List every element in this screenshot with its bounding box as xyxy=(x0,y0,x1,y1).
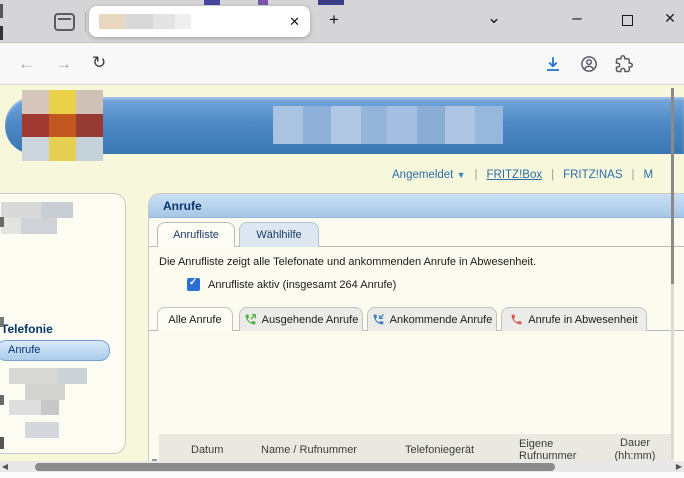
background-artifact xyxy=(258,0,268,5)
checkbox-label: Anrufliste aktiv (insgesamt 264 Anrufe) xyxy=(208,279,396,291)
filter-tab-alle-anrufe[interactable]: Alle Anrufe xyxy=(157,307,233,331)
filter-tab-ausgehende[interactable]: Ausgehende Anrufe xyxy=(239,307,363,331)
redacted-device-name xyxy=(273,106,503,144)
outgoing-call-icon xyxy=(244,313,257,326)
filter-label: Alle Anrufe xyxy=(168,314,221,326)
browser-titlebar: ✕ + ⌄ – ✕ xyxy=(0,0,684,43)
scroll-left-arrow-icon[interactable]: ◀ xyxy=(0,461,10,472)
col-datum[interactable]: Datum xyxy=(175,444,255,456)
nav-separator: | xyxy=(475,169,478,181)
nav-separator: | xyxy=(632,169,635,181)
redacted-menu-item xyxy=(25,384,65,400)
tab-list-chevron-icon[interactable]: ⌄ xyxy=(482,8,506,28)
col-duration: Dauer (hh:mm) xyxy=(605,437,667,463)
site-header-nav: Angemeldet ▼ | FRITZ!Box | FRITZ!NAS | M xyxy=(392,166,653,184)
tab-separator xyxy=(85,12,86,32)
redacted-tab-title xyxy=(99,14,191,29)
redacted-menu-item xyxy=(1,202,41,218)
reload-button[interactable]: ↻ xyxy=(92,53,106,73)
tab-anrufliste[interactable]: Anrufliste xyxy=(157,222,235,247)
dropdown-arrow-icon: ▼ xyxy=(457,170,466,180)
redacted-cut-icon xyxy=(0,395,4,405)
page-content: Angemeldet ▼ | FRITZ!Box | FRITZ!NAS | M… xyxy=(0,85,684,478)
horizontal-scroll-thumb[interactable] xyxy=(35,463,555,471)
anrufliste-aktiv-row: Anrufliste aktiv (insgesamt 264 Anrufe) xyxy=(187,278,396,291)
redacted-menu-item xyxy=(25,422,59,438)
account-button[interactable] xyxy=(580,55,598,73)
panel-title: Anrufe xyxy=(149,194,684,218)
redacted-menu-item xyxy=(57,368,87,384)
nav-separator: | xyxy=(551,169,554,181)
col-device[interactable]: Telefoniegerät xyxy=(399,444,513,456)
window-close-button[interactable]: ✕ xyxy=(658,10,682,27)
missed-call-icon xyxy=(510,313,523,326)
downloads-button[interactable] xyxy=(544,55,562,73)
redacted-cut-icon xyxy=(0,317,4,327)
redacted-menu-item xyxy=(9,400,41,415)
sidebar-section-telefonie: Telefonie xyxy=(1,322,53,336)
vertical-scrollbar[interactable] xyxy=(671,88,674,460)
filter-label: Ankommende Anrufe xyxy=(390,314,493,326)
sidebar-item-anrufe[interactable]: Anrufe xyxy=(0,340,110,361)
browser-window: ✕ + ⌄ – ✕ ← → ↻ http:// xyxy=(0,0,684,478)
firefox-view-icon[interactable] xyxy=(54,13,75,31)
nav-link-fritznas[interactable]: FRITZ!NAS xyxy=(563,169,622,181)
filter-label: Ausgehende Anrufe xyxy=(262,314,359,326)
forward-button[interactable]: → xyxy=(55,54,72,74)
tab-waehlhilfe[interactable]: Wählhilfe xyxy=(239,222,319,247)
back-button[interactable]: ← xyxy=(18,54,35,74)
window-maximize-button[interactable] xyxy=(622,15,633,26)
tab-close-icon[interactable]: ✕ xyxy=(289,6,300,37)
background-artifact xyxy=(0,4,3,18)
redacted-cut-icon xyxy=(0,437,4,449)
background-artifact xyxy=(318,0,344,5)
anrufliste-description: Die Anrufliste zeigt alle Telefonate und… xyxy=(159,256,536,268)
new-tab-button[interactable]: + xyxy=(322,10,346,30)
filter-label: Anrufe in Abwesenheit xyxy=(528,314,637,326)
redacted-menu-item xyxy=(9,368,57,384)
logged-in-menu[interactable]: Angemeldet ▼ xyxy=(392,169,466,181)
redacted-menu-item xyxy=(1,218,21,234)
window-minimize-button[interactable]: – xyxy=(565,8,589,28)
scroll-right-arrow-icon[interactable]: ▶ xyxy=(674,461,684,472)
anrufe-panel: Anrufe Anrufliste Wählhilfe Die Anruflis… xyxy=(148,193,684,478)
col-own-number[interactable]: Eigene Rufnummer xyxy=(513,438,605,462)
col-name[interactable]: Name / Rufnummer xyxy=(255,444,399,456)
nav-link-fritzbox[interactable]: FRITZ!Box xyxy=(487,169,543,181)
filter-tab-ankommende[interactable]: Ankommende Anrufe xyxy=(367,307,497,331)
vertical-scroll-thumb[interactable] xyxy=(671,88,674,284)
checkbox-checked-icon[interactable] xyxy=(187,278,200,291)
redacted-menu-item xyxy=(41,202,73,218)
bottom-strip xyxy=(0,472,684,478)
browser-toolbar: ← → ↻ http:// 80% ☆ xyxy=(0,44,684,85)
incoming-call-icon xyxy=(372,313,385,326)
redacted-menu-item xyxy=(41,400,59,415)
redacted-menu-item xyxy=(21,218,57,234)
redacted-cut-icon xyxy=(0,217,4,227)
extensions-puzzle-icon[interactable] xyxy=(615,55,633,73)
background-artifact xyxy=(204,0,220,5)
nav-link-myfritz-cut[interactable]: M xyxy=(644,169,654,181)
horizontal-scrollbar[interactable]: ◀ ▶ xyxy=(0,461,684,472)
redacted-fritz-logo xyxy=(22,90,103,161)
filter-tab-abwesenheit[interactable]: Anrufe in Abwesenheit xyxy=(501,307,647,331)
browser-tab[interactable]: ✕ xyxy=(89,6,310,37)
sidebar-menu-panel: Telefonie Anrufe xyxy=(0,193,126,454)
background-artifact xyxy=(0,26,3,40)
